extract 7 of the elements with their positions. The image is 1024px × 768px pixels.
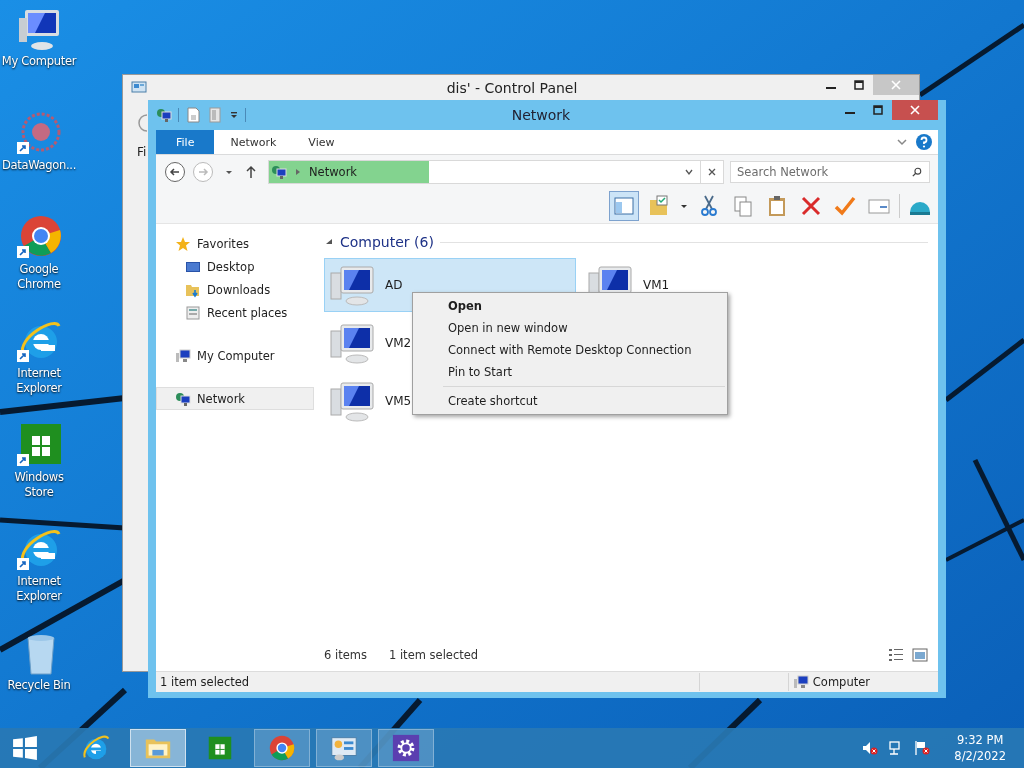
item-count: 6 items [324,648,367,662]
selection-count: 1 item selected [388,648,479,662]
address-text: Network [309,165,358,179]
window-title: Network [510,107,572,123]
status-text: 1 item selected [160,675,250,689]
window-title: dis' - Control Panel [445,80,579,96]
zone-text: Computer [812,675,870,689]
